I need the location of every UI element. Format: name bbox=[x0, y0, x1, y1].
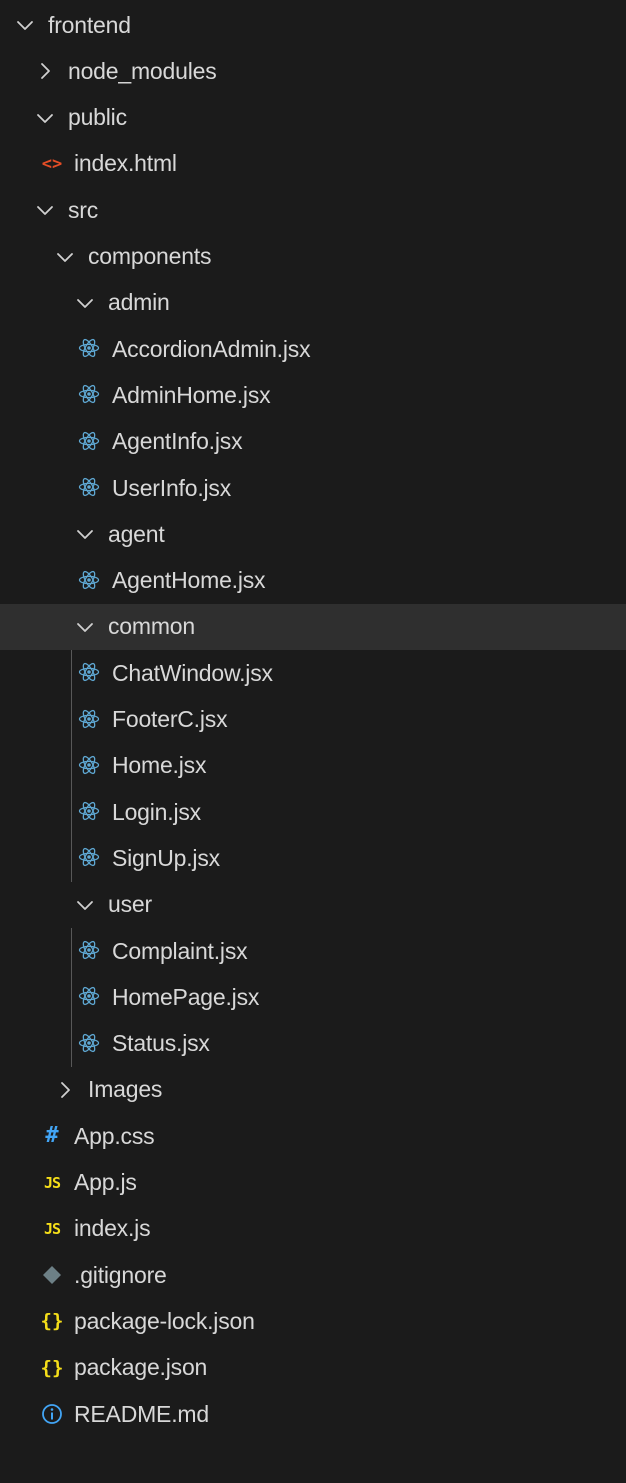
tree-item-chatwindow-jsx[interactable]: ChatWindow.jsx bbox=[0, 650, 626, 696]
tree-item-label: AgentHome.jsx bbox=[112, 567, 266, 594]
react-icon bbox=[78, 754, 100, 778]
tree-item-gitignore[interactable]: .gitignore bbox=[0, 1252, 626, 1298]
react-icon bbox=[78, 846, 100, 870]
json-braces-icon: {} bbox=[40, 1356, 64, 1379]
tree-item-label: index.html bbox=[74, 150, 177, 177]
tree-item-src[interactable]: src bbox=[0, 187, 626, 233]
tree-item-package-lock-json[interactable]: {} package-lock.json bbox=[0, 1298, 626, 1344]
react-icon bbox=[78, 569, 100, 593]
tree-item-admin[interactable]: admin bbox=[0, 280, 626, 326]
tree-item-label: package.json bbox=[74, 1354, 208, 1381]
react-icon bbox=[78, 476, 100, 500]
tree-item-label: Status.jsx bbox=[112, 1030, 210, 1057]
react-icon bbox=[78, 383, 100, 407]
chevron-down-icon[interactable] bbox=[54, 246, 76, 268]
tree-item-label: common bbox=[108, 613, 195, 640]
html-icon: <> bbox=[41, 153, 63, 174]
tree-item-readme-md[interactable]: README.md bbox=[0, 1391, 626, 1437]
tree-item-images[interactable]: Images bbox=[0, 1067, 626, 1113]
tree-item-signup-jsx[interactable]: SignUp.jsx bbox=[0, 835, 626, 881]
chevron-down-icon[interactable] bbox=[14, 14, 36, 36]
git-diamond-icon bbox=[40, 1263, 64, 1287]
tree-item-label: HomePage.jsx bbox=[112, 983, 260, 1010]
tree-item-homepage-jsx[interactable]: HomePage.jsx bbox=[0, 974, 626, 1020]
tree-item-node-modules[interactable]: node_modules bbox=[0, 48, 626, 94]
tree-item-label: Images bbox=[88, 1076, 163, 1103]
react-icon bbox=[78, 1032, 100, 1056]
chevron-down-icon[interactable] bbox=[74, 523, 96, 545]
tree-item-components[interactable]: components bbox=[0, 234, 626, 280]
tree-item-label: AdminHome.jsx bbox=[112, 381, 271, 408]
tree-item-common[interactable]: common bbox=[0, 603, 626, 650]
indent-guide-user bbox=[71, 928, 72, 1067]
tree-item-index-html[interactable]: <> index.html bbox=[0, 141, 626, 187]
tree-item-label: src bbox=[68, 196, 99, 223]
tree-item-userinfo-jsx[interactable]: UserInfo.jsx bbox=[0, 465, 626, 511]
indent-guide-common bbox=[71, 650, 72, 882]
file-explorer-tree: frontend node_modulespublic <> index.html sr… bbox=[0, 0, 626, 1483]
tree-item-label: SignUp.jsx bbox=[112, 844, 220, 871]
react-icon bbox=[78, 985, 100, 1009]
tree-item-label: README.md bbox=[74, 1400, 209, 1427]
tree-item-agentinfo-jsx[interactable]: AgentInfo.jsx bbox=[0, 419, 626, 465]
js-icon: JS bbox=[43, 1173, 61, 1192]
chevron-down-icon[interactable] bbox=[34, 107, 56, 129]
chevron-down-icon[interactable] bbox=[74, 292, 96, 314]
tree-item-label: ChatWindow.jsx bbox=[112, 659, 273, 686]
tree-item-label: AgentInfo.jsx bbox=[112, 428, 243, 455]
tree-item-label: components bbox=[88, 243, 212, 269]
tree-item-footerc-jsx[interactable]: FooterC.jsx bbox=[0, 697, 626, 743]
tree-item-app-css[interactable]: # App.css bbox=[0, 1113, 626, 1159]
tree-item-home-jsx[interactable]: Home.jsx bbox=[0, 743, 626, 789]
tree-item-package-json[interactable]: {} package.json bbox=[0, 1345, 626, 1391]
tree-item-label: FooterC.jsx bbox=[112, 706, 228, 732]
react-icon bbox=[78, 708, 100, 732]
tree-item-agent[interactable]: agent bbox=[0, 511, 626, 557]
tree-item-index-js[interactable]: JS index.js bbox=[0, 1206, 626, 1252]
tree-item-label: Home.jsx bbox=[112, 752, 207, 779]
tree-item-label: Login.jsx bbox=[112, 798, 201, 825]
info-icon bbox=[40, 1402, 64, 1426]
chevron-down-icon[interactable] bbox=[74, 616, 96, 638]
tree-item-agenthome-jsx[interactable]: AgentHome.jsx bbox=[0, 558, 626, 604]
tree-item-label: Complaint.jsx bbox=[112, 937, 248, 964]
tree-item-complaint-jsx[interactable]: Complaint.jsx bbox=[0, 928, 626, 974]
react-icon bbox=[78, 337, 100, 361]
react-icon bbox=[78, 430, 100, 454]
css-hash-icon: # bbox=[45, 1123, 59, 1149]
tree-item-label: frontend bbox=[48, 11, 131, 38]
chevron-right-icon[interactable] bbox=[54, 1079, 76, 1101]
tree-item-label: AccordionAdmin.jsx bbox=[112, 335, 311, 362]
tree-item-adminhome-jsx[interactable]: AdminHome.jsx bbox=[0, 372, 626, 418]
tree-item-label: package-lock.json bbox=[74, 1307, 255, 1334]
react-icon bbox=[78, 939, 100, 963]
tree-item-label: index.js bbox=[74, 1215, 151, 1242]
tree-item-app-js[interactable]: JS App.js bbox=[0, 1160, 626, 1206]
js-icon: JS bbox=[43, 1219, 61, 1238]
tree-item-login-jsx[interactable]: Login.jsx bbox=[0, 789, 626, 835]
tree-item-public[interactable]: public bbox=[0, 95, 626, 141]
tree-item-label: node_modules bbox=[68, 57, 217, 84]
tree-item-label: public bbox=[68, 104, 127, 131]
react-icon bbox=[78, 661, 100, 685]
tree-item-accordionadmin-jsx[interactable]: AccordionAdmin.jsx bbox=[0, 326, 626, 372]
react-icon bbox=[78, 800, 100, 824]
tree-item-frontend[interactable]: frontend bbox=[0, 2, 626, 48]
json-braces-icon: {} bbox=[40, 1310, 64, 1333]
tree-item-label: user bbox=[108, 891, 152, 918]
chevron-down-icon[interactable] bbox=[74, 894, 96, 916]
chevron-down-icon[interactable] bbox=[34, 199, 56, 221]
tree-item-label: App.js bbox=[74, 1169, 137, 1195]
tree-item-label: admin bbox=[108, 289, 170, 316]
tree-item-label: agent bbox=[108, 520, 165, 547]
tree-item-label: .gitignore bbox=[74, 1261, 167, 1288]
tree-item-label: UserInfo.jsx bbox=[112, 474, 232, 501]
tree-item-user[interactable]: user bbox=[0, 882, 626, 928]
chevron-right-icon[interactable] bbox=[34, 60, 56, 82]
tree-item-label: App.css bbox=[74, 1122, 155, 1149]
tree-item-status-jsx[interactable]: Status.jsx bbox=[0, 1021, 626, 1067]
